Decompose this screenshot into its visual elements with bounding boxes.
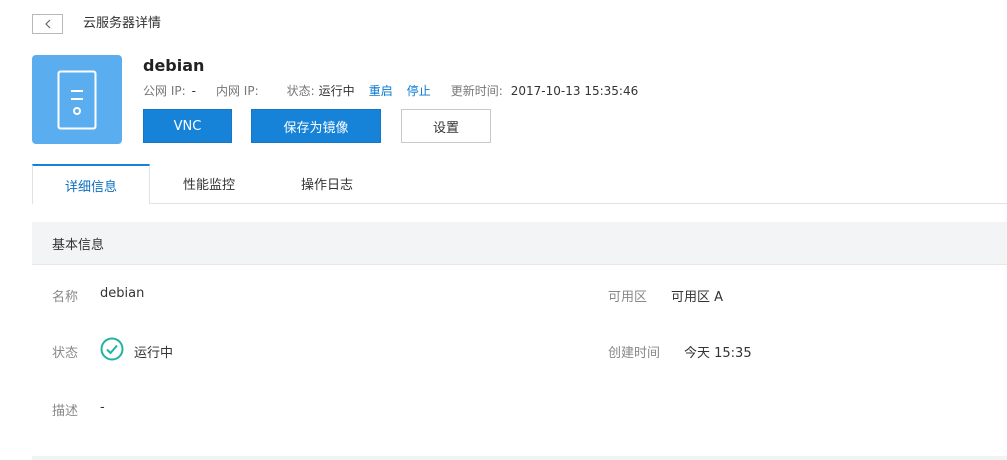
status-field-label: 状态 <box>52 346 79 361</box>
section-footer-divider <box>32 456 1007 460</box>
name-value: debian <box>100 286 145 301</box>
vnc-button[interactable]: VNC <box>143 109 232 143</box>
tab-details[interactable]: 详细信息 <box>32 164 150 204</box>
zone-value: 可用区 A <box>671 290 724 305</box>
restart-link[interactable]: 重启 <box>369 83 393 99</box>
check-circle-icon <box>100 337 124 361</box>
zone-label: 可用区 <box>608 290 648 305</box>
private-ip-label: 内网 IP: <box>215 84 259 98</box>
status-label: 状态: <box>286 84 315 98</box>
created-label: 创建时间 <box>608 346 661 361</box>
created-value: 今天 15:35 <box>684 346 752 361</box>
back-button[interactable] <box>32 14 63 34</box>
tab-operation-log[interactable]: 操作日志 <box>268 164 386 203</box>
basic-info-header: 基本信息 <box>32 222 1007 265</box>
server-name: debian <box>143 56 205 75</box>
description-label: 描述 <box>52 404 79 419</box>
status-field-value: 运行中 <box>134 346 174 361</box>
description-value: - <box>100 400 105 415</box>
public-ip-value: - <box>191 84 196 98</box>
server-meta-row: 公网 IP: - 内网 IP: 状态: 运行中 重启 停止 更新时间: 2017… <box>143 83 638 99</box>
settings-button[interactable]: 设置 <box>401 109 491 143</box>
server-icon <box>57 70 97 129</box>
name-label: 名称 <box>52 290 79 305</box>
updated-value: 2017-10-13 15:35:46 <box>510 84 639 98</box>
save-image-button[interactable]: 保存为镜像 <box>251 109 381 143</box>
server-tile <box>32 55 122 144</box>
page-title: 云服务器详情 <box>83 16 162 31</box>
chevron-left-icon <box>44 19 50 29</box>
updated-label: 更新时间: <box>450 84 503 98</box>
tab-monitoring[interactable]: 性能监控 <box>150 164 268 203</box>
status-value: 运行中 <box>318 84 355 98</box>
tab-bar: 详细信息 性能监控 操作日志 <box>32 164 1007 204</box>
stop-link[interactable]: 停止 <box>407 83 431 99</box>
public-ip-label: 公网 IP: <box>143 84 186 98</box>
